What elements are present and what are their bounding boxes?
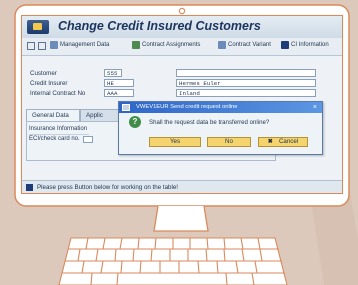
window-icon <box>122 104 130 111</box>
question-icon: ? <box>129 116 141 128</box>
info-icon <box>26 184 33 191</box>
sap-logo-icon <box>27 20 49 34</box>
keyboard-illustration <box>58 237 288 285</box>
credit-insurer-name-field: Hermes Euler <box>176 79 316 87</box>
internal-contract-label: Internal Contract No <box>30 90 86 97</box>
illustration: Change Credit Insured Customers Manageme… <box>0 0 358 285</box>
contract-variant-label: Contract Variant <box>228 42 271 48</box>
dialog-title-bar: VWEV1EUR Send credit request online × <box>119 102 322 113</box>
variant-icon <box>218 41 226 49</box>
contract-variant-button[interactable]: Contract Variant <box>218 41 271 49</box>
application-toolbar: Management Data Contract Assignments Con… <box>22 38 342 56</box>
no-button[interactable]: No <box>207 137 251 147</box>
contract-assignments-button[interactable]: Contract Assignments <box>132 41 200 49</box>
sap-title-bar: Change Credit Insured Customers <box>22 16 342 38</box>
eci-check-card-field[interactable] <box>83 136 93 143</box>
dialog-message: Shall the request data be transferred on… <box>149 119 270 126</box>
customer-name-field <box>176 69 316 77</box>
display-icon[interactable] <box>38 42 46 50</box>
dialog-title: VWEV1EUR Send credit request online <box>136 104 238 110</box>
monitor-stand <box>153 205 209 232</box>
management-data-label: Management Data <box>60 42 110 48</box>
confirm-dialog: VWEV1EUR Send credit request online × ? … <box>118 101 323 155</box>
cancel-button[interactable]: ✖ Cancel <box>258 137 308 147</box>
ci-information-button[interactable]: CI Information <box>281 41 329 49</box>
close-icon[interactable]: × <box>313 102 317 113</box>
status-bar: Please press Button below for working on… <box>22 180 342 193</box>
customer-label: Customer <box>30 70 57 77</box>
customer-field[interactable]: 555 <box>104 69 122 77</box>
page-title: Change Credit Insured Customers <box>58 19 261 33</box>
assignment-icon <box>132 41 140 49</box>
cancel-button-label: Cancel <box>278 138 299 145</box>
yes-button[interactable]: Yes <box>149 137 201 147</box>
people-icon <box>50 41 58 49</box>
eci-check-card-label: ECI/check card no. <box>29 136 80 142</box>
tab-general-data[interactable]: General Data <box>26 109 80 121</box>
ci-information-label: CI Information <box>291 42 329 48</box>
info-icon <box>281 41 289 49</box>
insurance-information-label: Insurance Information <box>29 126 89 135</box>
credit-insurer-label: Credit Insurer <box>30 80 68 87</box>
yes-button-label: Yes <box>169 138 181 145</box>
internal-contract-field[interactable]: AAA <box>104 89 134 97</box>
tab-applic[interactable]: Applic <box>80 109 120 121</box>
internal-contract-name-field: Inland <box>176 89 316 97</box>
no-button-label: No <box>225 138 233 145</box>
credit-insurer-field[interactable]: HE <box>104 79 134 87</box>
display-change-icon[interactable] <box>27 42 35 50</box>
contract-assignments-label: Contract Assignments <box>142 42 201 48</box>
status-message: Please press Button below for working on… <box>37 184 179 191</box>
management-data-button[interactable]: Management Data <box>50 41 109 49</box>
cancel-icon: ✖ <box>267 138 273 145</box>
